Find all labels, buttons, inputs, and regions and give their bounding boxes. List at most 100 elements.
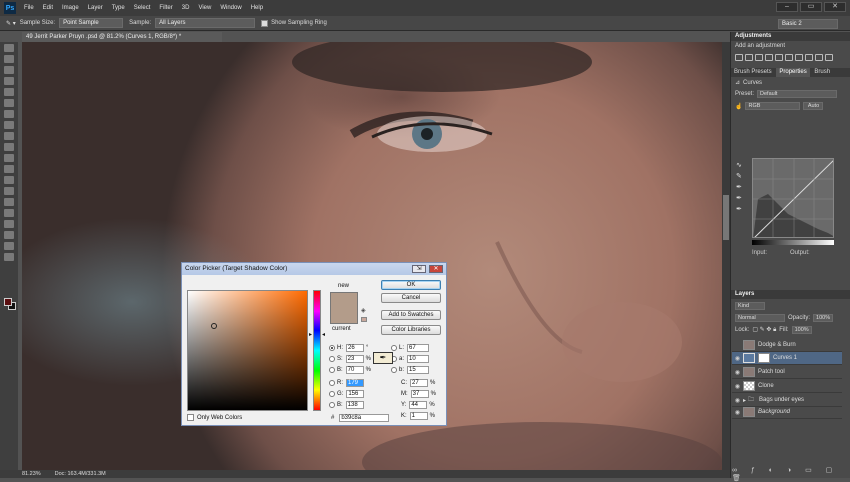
healing-brush-tool-icon[interactable] bbox=[4, 110, 14, 118]
marquee-tool-icon[interactable] bbox=[4, 55, 14, 63]
dialog-titlebar[interactable]: Color Picker (Target Shadow Color) ⇲ ✕ bbox=[182, 263, 446, 275]
lab-b-input[interactable]: 15 bbox=[407, 366, 430, 374]
menu-type[interactable]: Type bbox=[112, 5, 125, 11]
curve-point-icon[interactable]: ∿ bbox=[736, 160, 746, 171]
cube-gamut-icon[interactable]: ◈ bbox=[361, 307, 366, 314]
menu-image[interactable]: Image bbox=[62, 5, 79, 11]
green-input[interactable]: 156 bbox=[346, 390, 365, 398]
menu-layer[interactable]: Layer bbox=[88, 5, 103, 11]
black-point-eyedropper-icon[interactable]: ✒ bbox=[736, 182, 746, 193]
restore-button[interactable]: ▭ bbox=[800, 2, 822, 12]
only-web-colors-checkbox[interactable] bbox=[187, 414, 194, 421]
eyedropper-tool-icon[interactable] bbox=[4, 99, 14, 107]
blend-mode-select[interactable]: Normal bbox=[735, 314, 785, 322]
layer-filter-select[interactable]: Kind bbox=[735, 302, 765, 310]
brightness-radio[interactable] bbox=[329, 367, 335, 373]
layer-clone[interactable]: ◉ Clone bbox=[732, 380, 842, 393]
hue-slider-handle-right[interactable]: ◂ bbox=[322, 331, 325, 338]
menu-help[interactable]: Help bbox=[251, 5, 263, 11]
blur-tool-icon[interactable] bbox=[4, 176, 14, 184]
dialog-close-icon[interactable]: ✕ bbox=[429, 265, 443, 273]
vertical-scroll-thumb[interactable] bbox=[723, 195, 729, 240]
cyan-input[interactable]: 27 bbox=[410, 379, 428, 387]
color-balance-adjust-icon[interactable] bbox=[795, 54, 803, 61]
layer-patch-tool[interactable]: ◉ Patch tool bbox=[732, 366, 842, 379]
minimize-button[interactable]: – bbox=[776, 2, 798, 12]
green-radio[interactable] bbox=[329, 391, 335, 397]
sample-size-select[interactable]: Point Sample bbox=[59, 18, 124, 28]
target-adjust-icon[interactable]: ☝ bbox=[735, 103, 742, 110]
channel-mixer-adjust-icon[interactable] bbox=[825, 54, 833, 61]
curves-graph[interactable] bbox=[752, 158, 834, 238]
vertical-scrollbar[interactable] bbox=[722, 42, 730, 470]
layers-header[interactable]: Layers bbox=[731, 290, 850, 299]
zoom-level[interactable]: 81.23% bbox=[22, 471, 41, 477]
hue-slider[interactable] bbox=[313, 290, 321, 411]
quick-select-tool-icon[interactable] bbox=[4, 77, 14, 85]
menu-filter[interactable]: Filter bbox=[159, 5, 172, 11]
lab-l-input[interactable]: 67 bbox=[407, 344, 430, 352]
hue-sat-adjust-icon[interactable] bbox=[785, 54, 793, 61]
hex-input[interactable]: b39c8a bbox=[339, 414, 390, 422]
foreground-color-swatch[interactable] bbox=[4, 298, 12, 306]
move-tool-icon[interactable] bbox=[4, 44, 14, 52]
hue-radio[interactable] bbox=[329, 345, 335, 351]
levels-adjust-icon[interactable] bbox=[745, 54, 753, 61]
black-white-adjust-icon[interactable] bbox=[805, 54, 813, 61]
color-field-cursor[interactable] bbox=[211, 323, 217, 329]
menu-view[interactable]: View bbox=[198, 5, 211, 11]
layer-background[interactable]: ◉ Background bbox=[732, 406, 842, 419]
visibility-eye-icon[interactable]: ◉ bbox=[734, 409, 741, 416]
dialog-help-icon[interactable]: ⇲ bbox=[412, 265, 426, 273]
menu-window[interactable]: Window bbox=[220, 5, 241, 11]
shape-tool-icon[interactable] bbox=[4, 231, 14, 239]
preset-select[interactable]: Default bbox=[757, 90, 838, 98]
exposure-adjust-icon[interactable] bbox=[765, 54, 773, 61]
layer-bottom-icons[interactable]: ∞ ƒ ◐ ◑ ▭ ▢ 🗑︎ bbox=[732, 466, 850, 482]
auto-button[interactable]: Auto bbox=[803, 102, 824, 110]
saturation-radio[interactable] bbox=[329, 356, 335, 362]
close-window-button[interactable]: ✕ bbox=[824, 2, 846, 12]
saturation-input[interactable]: 23 bbox=[345, 355, 364, 363]
magenta-input[interactable]: 37 bbox=[410, 390, 429, 398]
gray-point-eyedropper-icon[interactable]: ✒ bbox=[736, 193, 746, 204]
channel-select[interactable]: RGB bbox=[745, 102, 801, 110]
history-brush-tool-icon[interactable] bbox=[4, 143, 14, 151]
color-field[interactable] bbox=[187, 290, 308, 411]
workspace-select[interactable]: Basic 2 bbox=[778, 19, 838, 29]
red-input[interactable]: 179 bbox=[346, 379, 364, 387]
pencil-icon[interactable]: ✎ bbox=[736, 171, 746, 182]
lasso-tool-icon[interactable] bbox=[4, 66, 14, 74]
dodge-tool-icon[interactable] bbox=[4, 187, 14, 195]
path-select-tool-icon[interactable] bbox=[4, 220, 14, 228]
lab-b-radio[interactable] bbox=[391, 367, 397, 373]
gradient-tool-icon[interactable] bbox=[4, 165, 14, 173]
tab-brush[interactable]: Brush bbox=[811, 68, 833, 77]
tab-brush-presets[interactable]: Brush Presets bbox=[731, 68, 775, 77]
web-safe-swatch-icon[interactable] bbox=[361, 317, 367, 322]
menu-file[interactable]: File bbox=[24, 5, 34, 11]
fill-input[interactable]: 100% bbox=[791, 326, 812, 334]
clone-stamp-tool-icon[interactable] bbox=[4, 132, 14, 140]
menu-select[interactable]: Select bbox=[134, 5, 151, 11]
eyedropper-icon[interactable]: ✎ ▾ bbox=[6, 20, 16, 27]
pen-tool-icon[interactable] bbox=[4, 198, 14, 206]
curves-adjust-icon[interactable] bbox=[755, 54, 763, 61]
black-input[interactable]: 1 bbox=[409, 412, 428, 420]
brightness-adjust-icon[interactable] bbox=[735, 54, 743, 61]
vibrance-adjust-icon[interactable] bbox=[775, 54, 783, 61]
lock-icons[interactable]: ▢ ✎ ✥ 🔒︎ bbox=[752, 326, 776, 334]
layer-dodge-burn[interactable]: Dodge & Burn bbox=[732, 339, 842, 352]
type-tool-icon[interactable] bbox=[4, 209, 14, 217]
brush-tool-icon[interactable] bbox=[4, 121, 14, 129]
photo-filter-adjust-icon[interactable] bbox=[815, 54, 823, 61]
ok-button[interactable]: OK bbox=[381, 280, 441, 290]
tab-properties[interactable]: Properties bbox=[776, 68, 810, 77]
menu-edit[interactable]: Edit bbox=[43, 5, 53, 11]
adjustments-header[interactable]: Adjustments bbox=[731, 32, 850, 41]
red-radio[interactable] bbox=[329, 380, 335, 386]
lab-a-input[interactable]: 10 bbox=[407, 355, 430, 363]
hand-tool-icon[interactable] bbox=[4, 242, 14, 250]
visibility-eye-icon[interactable]: ◉ bbox=[734, 369, 741, 376]
white-point-eyedropper-icon[interactable]: ✒ bbox=[736, 204, 746, 215]
